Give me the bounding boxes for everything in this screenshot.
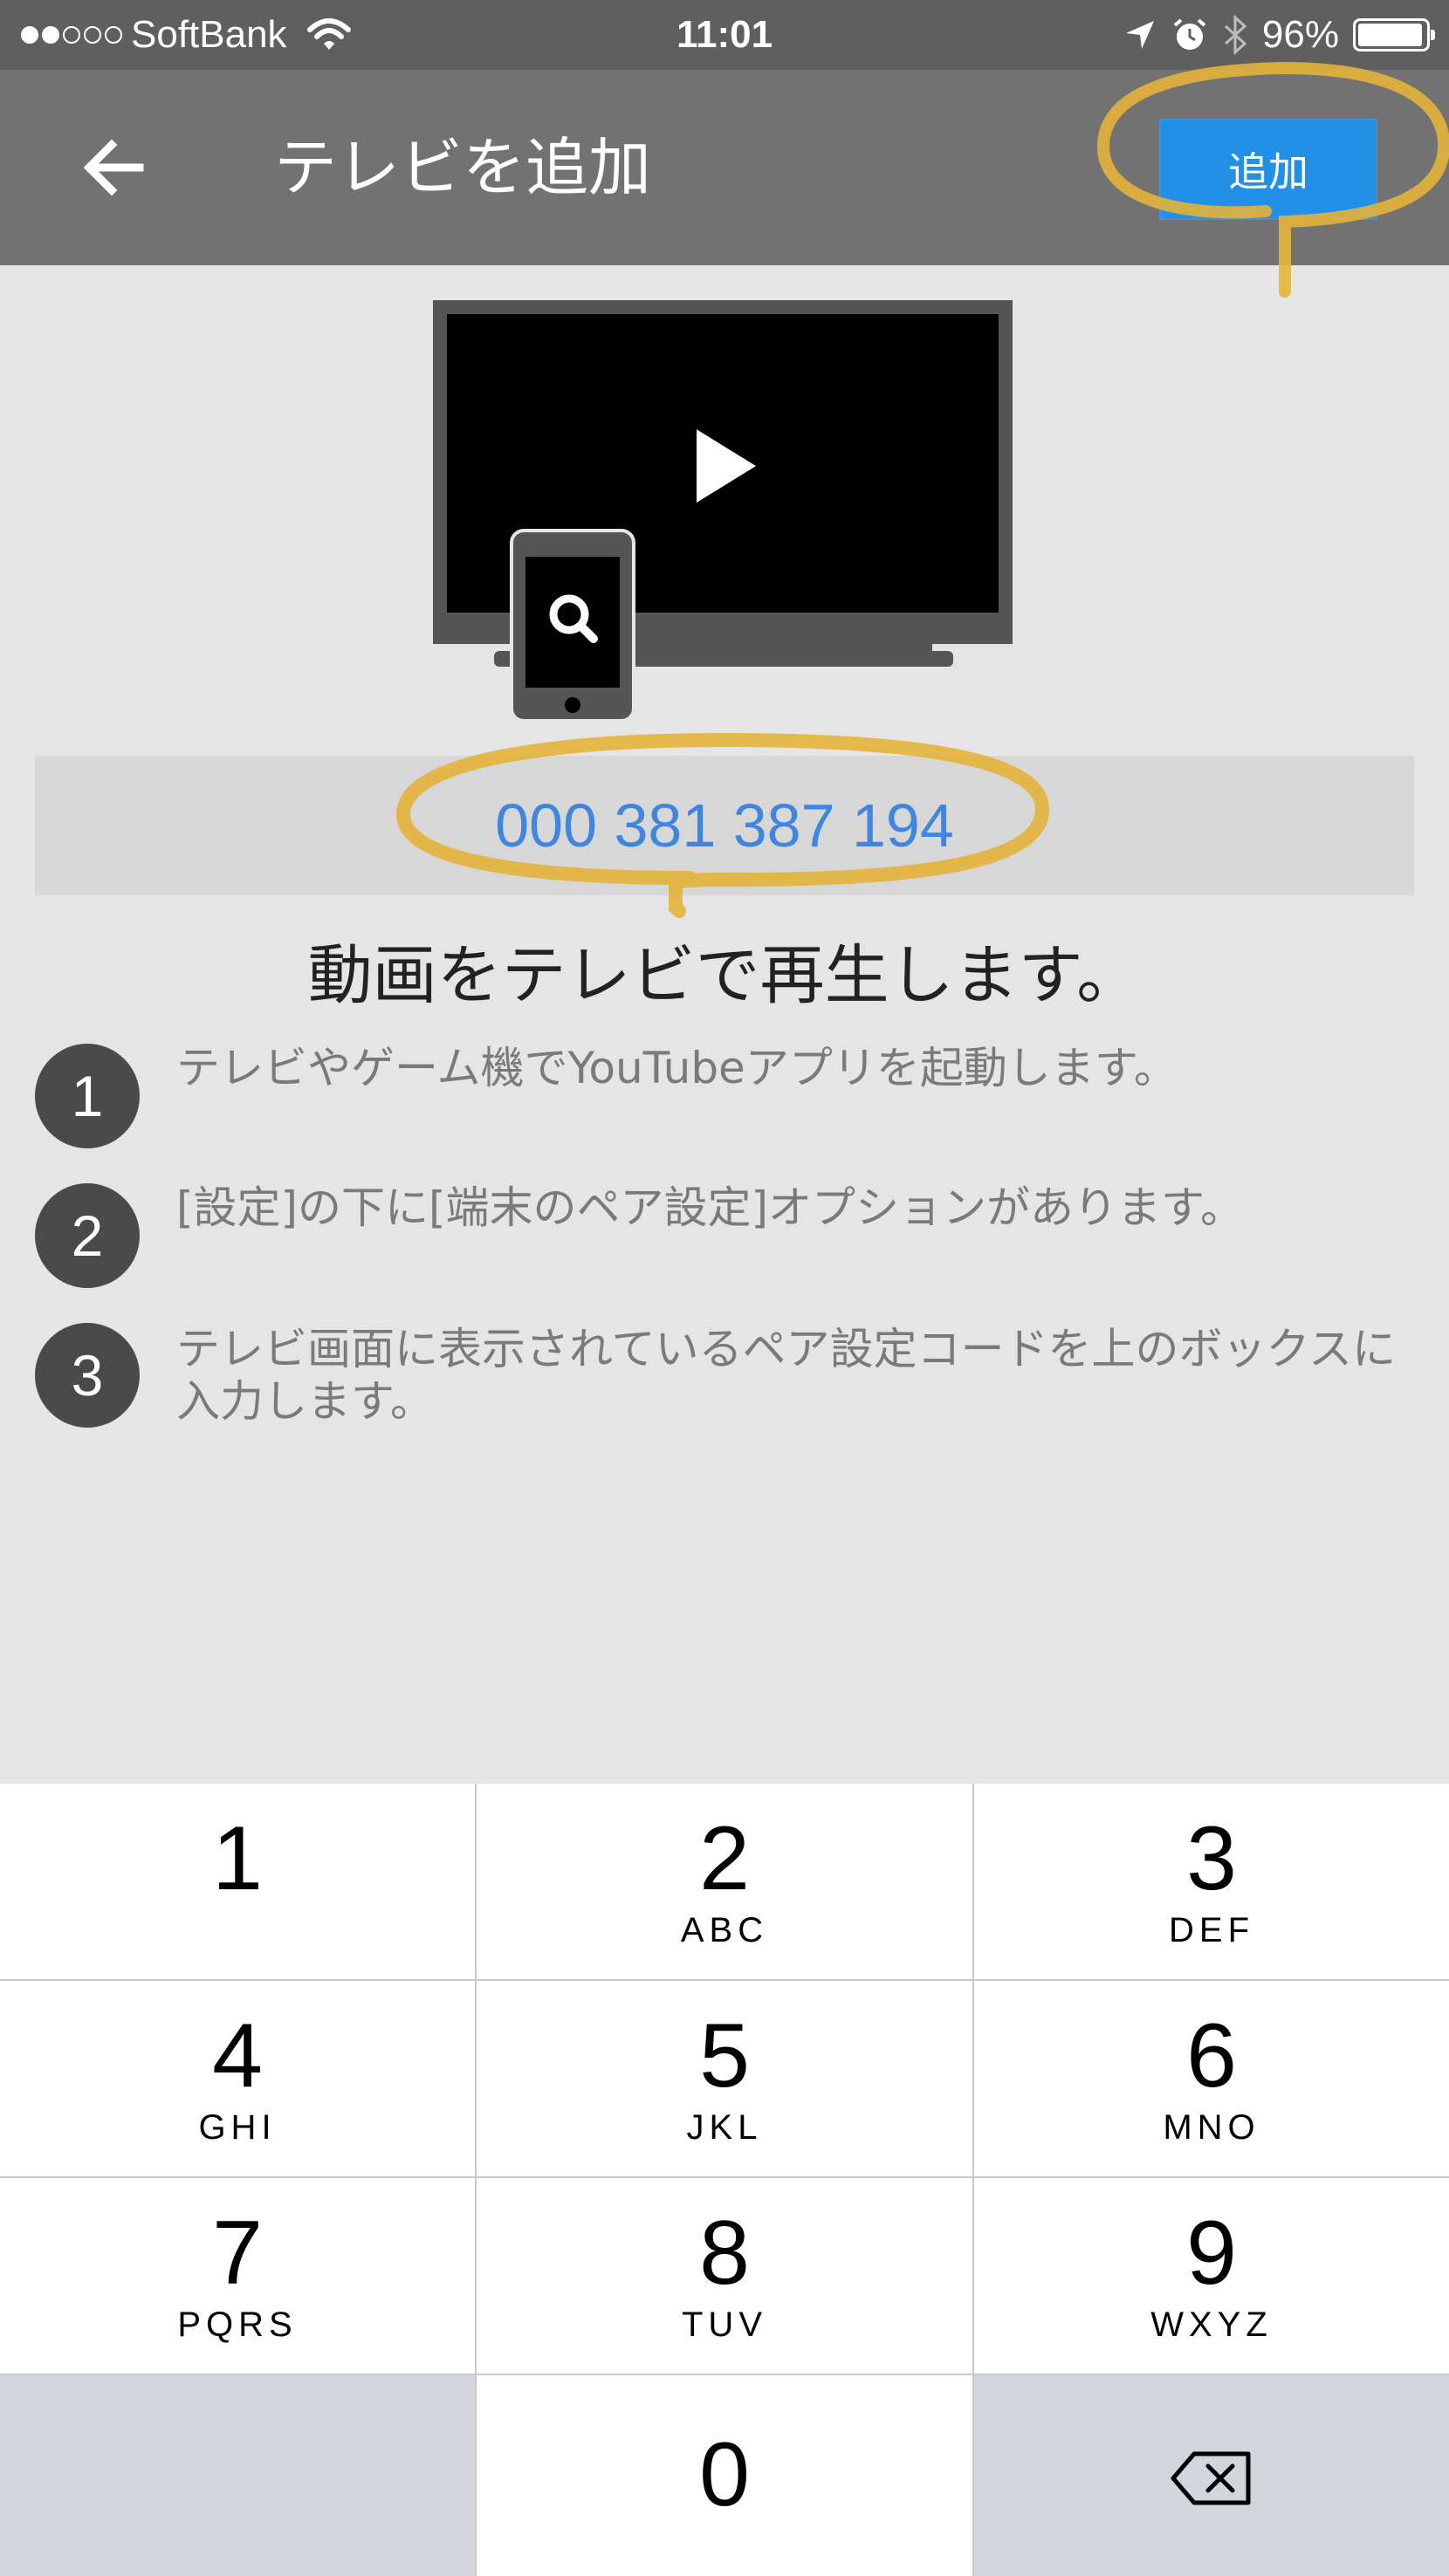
key-4[interactable]: 4 GHI xyxy=(0,1981,477,2178)
page-title: テレビを追加 xyxy=(274,131,652,204)
tv-phone-illustration xyxy=(433,300,1013,723)
battery-icon xyxy=(1353,18,1435,51)
key-letters: JKL xyxy=(686,2108,763,2147)
key-1[interactable]: 1 xyxy=(0,1784,477,1981)
key-letters: ABC xyxy=(680,1911,769,1949)
headline: 動画をテレビで再生します。 xyxy=(307,938,1142,1013)
delete-key[interactable] xyxy=(974,2375,1449,2576)
pairing-code-value: 000 381 387 194 xyxy=(495,791,954,860)
key-digit: 9 xyxy=(1186,2203,1237,2304)
step-item: 3 テレビ画面に表示されているペア設定コードを上のボックスに入力します。 xyxy=(35,1323,1414,1436)
key-8[interactable]: 8 TUV xyxy=(477,2178,974,2375)
backspace-icon xyxy=(1171,2451,1251,2505)
key-digit: 6 xyxy=(1186,2005,1237,2107)
key-digit: 8 xyxy=(699,2203,750,2304)
key-0[interactable]: 0 xyxy=(477,2375,974,2576)
key-digit: 5 xyxy=(699,2005,750,2107)
key-digit: 2 xyxy=(699,1808,750,1909)
status-bar: SoftBank 11:01 96% xyxy=(0,0,1449,70)
key-5[interactable]: 5 JKL xyxy=(477,1981,974,2178)
key-9[interactable]: 9 WXYZ xyxy=(974,2178,1449,2375)
alarm-icon xyxy=(1173,18,1206,50)
key-digit: 3 xyxy=(1186,1808,1237,1909)
key-letters: GHI xyxy=(198,2108,277,2147)
key-letters: WXYZ xyxy=(1150,2305,1273,2344)
battery-percent: 96% xyxy=(1261,13,1339,56)
app-bar: テレビを追加 追加 xyxy=(0,70,1449,265)
key-digit: 4 xyxy=(212,2005,263,2107)
numeric-keypad: 1 2 ABC 3 DEF 4 GHI 5 JKL 6 MNO 7 PQRS 8… xyxy=(0,1784,1449,2576)
arrow-left-icon xyxy=(83,139,144,196)
key-digit: 1 xyxy=(212,1808,263,1909)
key-letters: DEF xyxy=(1169,1911,1254,1949)
key-digit: 0 xyxy=(699,2424,750,2525)
location-arrow-icon xyxy=(1125,21,1154,49)
step-number: 2 xyxy=(35,1183,140,1288)
key-letters: MNO xyxy=(1163,2108,1260,2147)
add-button[interactable]: 追加 xyxy=(1159,119,1377,220)
key-3[interactable]: 3 DEF xyxy=(974,1784,1449,1981)
step-text: [設定]の下に[端末のペア設定]オプションがあります。 xyxy=(176,1182,1245,1233)
key-7[interactable]: 7 PQRS xyxy=(0,2178,477,2375)
step-text: テレビ画面に表示されているペア設定コードを上のボックスに入力します。 xyxy=(176,1324,1396,1427)
key-2[interactable]: 2 ABC xyxy=(477,1784,974,1981)
step-item: 1 テレビやゲーム機でYouTubeアプリを起動します。 xyxy=(35,1043,1414,1148)
key-digit: 7 xyxy=(212,2203,263,2304)
step-number: 1 xyxy=(35,1044,140,1148)
bluetooth-icon xyxy=(1224,15,1247,55)
step-item: 2 [設定]の下に[端末のペア設定]オプションがあります。 xyxy=(35,1182,1414,1288)
key-letters: TUV xyxy=(682,2305,767,2344)
step-number: 3 xyxy=(35,1323,140,1428)
back-button[interactable] xyxy=(77,131,150,204)
pairing-code-field[interactable]: 000 381 387 194 xyxy=(35,756,1414,895)
key-6[interactable]: 6 MNO xyxy=(974,1981,1449,2178)
step-text: テレビやゲーム機でYouTubeアプリを起動します。 xyxy=(176,1043,1178,1093)
empty-key xyxy=(0,2375,477,2576)
key-letters: PQRS xyxy=(177,2305,298,2344)
